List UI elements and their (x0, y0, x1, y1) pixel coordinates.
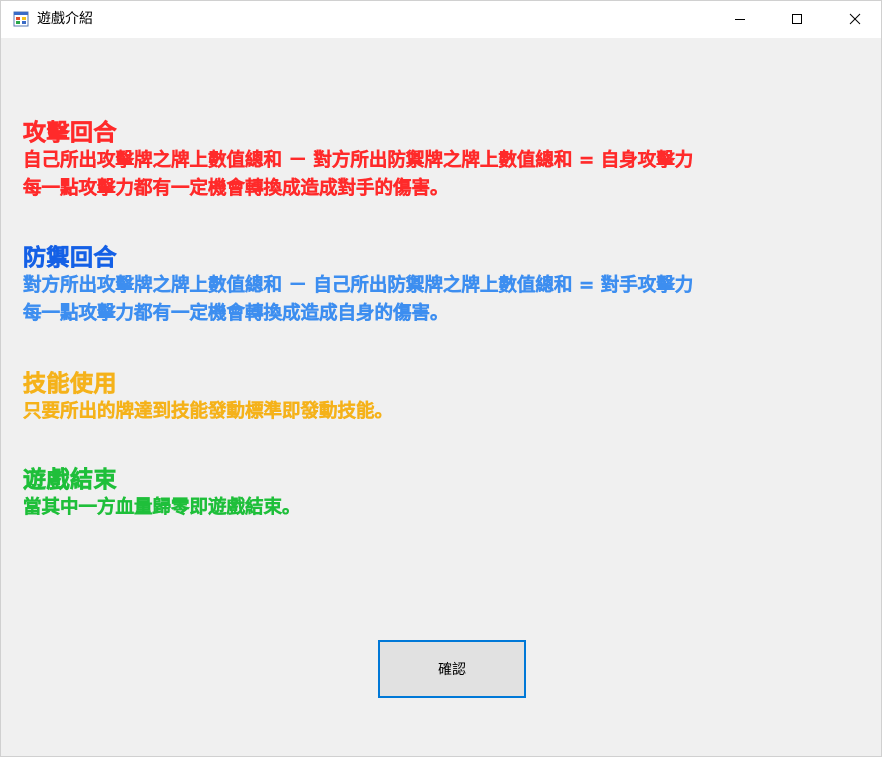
close-icon (849, 10, 861, 29)
attack-round-section: 攻擊回合 自己所出攻擊牌之牌上數值總和 － 對方所出防禦牌之牌上數值總和 = 自… (23, 119, 694, 203)
defense-round-heading: 防禦回合 (23, 245, 117, 272)
title-bar[interactable]: 遊戲介紹 (1, 1, 881, 38)
defense-round-line-2: 每一點攻擊力都有一定機會轉換成造成自身的傷害。 (23, 303, 449, 324)
defense-round-section: 防禦回合 對方所出攻擊牌之牌上數值總和 － 自己所出防禦牌之牌上數值總和 = 對… (23, 244, 694, 328)
app-form-icon (13, 11, 29, 27)
game-end-line-1: 當其中一方血量歸零即遊戲結束。 (23, 497, 301, 518)
confirm-button-label: 確認 (438, 662, 466, 678)
skill-use-line-1: 只要所出的牌達到技能發動標準即發動技能。 (23, 401, 394, 422)
game-end-heading: 遊戲結束 (23, 467, 117, 494)
attack-round-line-1: 自己所出攻擊牌之牌上數值總和 － 對方所出防禦牌之牌上數值總和 = 自身攻擊力 (23, 150, 694, 171)
skill-use-heading: 技能使用 (23, 371, 117, 398)
attack-round-heading: 攻擊回合 (23, 120, 117, 147)
game-end-section: 遊戲結束 當其中一方血量歸零即遊戲結束。 (23, 466, 301, 522)
skill-use-section: 技能使用 只要所出的牌達到技能發動標準即發動技能。 (23, 370, 394, 426)
maximize-icon (791, 10, 803, 29)
confirm-button[interactable]: 確認 (378, 640, 526, 698)
game-intro-window: 遊戲介紹 攻擊回合 自己所出攻擊牌之牌上數值總和 － 對方所出防禦牌之牌上數值總… (0, 0, 882, 757)
close-button[interactable] (826, 1, 882, 38)
window-title: 遊戲介紹 (37, 11, 93, 27)
minimize-button[interactable] (711, 1, 769, 38)
maximize-button[interactable] (768, 1, 826, 38)
defense-round-line-1: 對方所出攻擊牌之牌上數值總和 － 自己所出防禦牌之牌上數值總和 = 對手攻擊力 (23, 275, 694, 296)
attack-round-line-2: 每一點攻擊力都有一定機會轉換成造成對手的傷害。 (23, 178, 449, 199)
minimize-icon (734, 10, 746, 29)
